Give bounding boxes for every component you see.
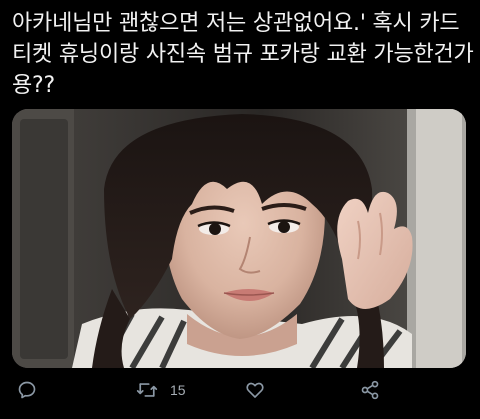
tweet-card: 아카네님만 괜찮으면 저는 상관없어요.' 혹시 카드티켓 휴닝이랑 사진속 범… xyxy=(0,0,480,419)
retweet-count: 15 xyxy=(170,382,186,398)
retweet-button[interactable]: 15 xyxy=(136,379,186,401)
share-icon xyxy=(361,380,379,400)
reply-icon xyxy=(18,381,36,399)
reply-button[interactable] xyxy=(17,379,37,401)
like-button[interactable] xyxy=(245,379,265,401)
tweet-media-photo[interactable] xyxy=(12,109,466,368)
heart-icon xyxy=(246,382,264,398)
share-button[interactable] xyxy=(360,379,380,401)
photocard-image xyxy=(12,109,466,368)
tweet-header-remnant xyxy=(40,0,80,4)
tweet-text: 아카네님만 괜찮으면 저는 상관없어요.' 혹시 카드티켓 휴닝이랑 사진속 범… xyxy=(12,11,474,98)
retweet-icon xyxy=(136,383,158,397)
tweet-action-bar: 15 xyxy=(0,375,480,405)
